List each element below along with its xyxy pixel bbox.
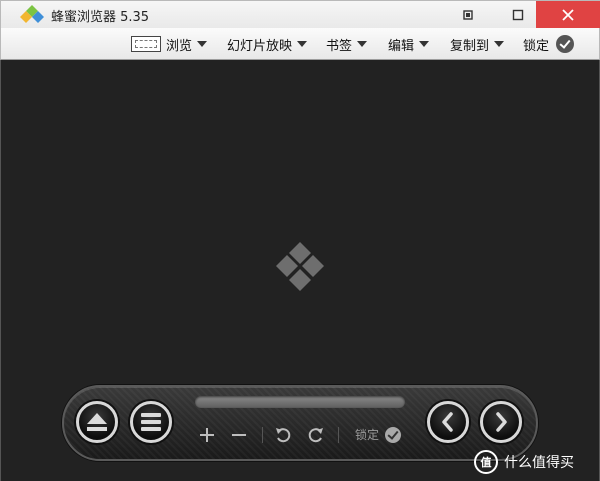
browse-frame-icon xyxy=(131,36,161,52)
chevron-left-icon xyxy=(442,412,453,432)
rotate-left-icon xyxy=(276,428,291,443)
menu-lock[interactable]: 锁定 xyxy=(523,28,575,60)
menu-edit[interactable]: 编辑 xyxy=(388,28,430,60)
maximize-icon xyxy=(512,9,524,20)
menu-lock-label: 锁定 xyxy=(523,38,550,54)
watermark: 值 什么值得买 xyxy=(474,450,574,474)
eject-icon xyxy=(87,413,107,431)
next-button[interactable] xyxy=(480,401,522,443)
app-logo-icon xyxy=(20,5,44,23)
menu-browse[interactable]: 浏览 xyxy=(131,28,208,60)
previous-button[interactable] xyxy=(427,401,469,443)
rotate-right-button[interactable] xyxy=(305,424,327,446)
maximize-button[interactable] xyxy=(503,1,533,28)
rotate-right-icon xyxy=(308,428,323,443)
check-circle-icon xyxy=(556,35,575,53)
restore-icon xyxy=(463,9,473,20)
zoom-in-button[interactable] xyxy=(196,424,218,446)
menu-edit-label: 编辑 xyxy=(388,38,415,54)
divider xyxy=(338,427,339,443)
menu-copy-to-label: 复制到 xyxy=(450,38,490,54)
menu-copy-to[interactable]: 复制到 xyxy=(450,28,505,60)
dropdown-arrow-icon xyxy=(494,41,505,47)
window-title: 蜂蜜浏览器 5.35 xyxy=(51,10,150,25)
dropdown-arrow-icon xyxy=(297,41,308,47)
chevron-right-icon xyxy=(496,412,507,432)
menu-slideshow[interactable]: 幻灯片放映 xyxy=(227,28,308,60)
rotate-left-button[interactable] xyxy=(272,424,294,446)
divider xyxy=(262,427,263,443)
minus-icon xyxy=(232,434,246,436)
close-button[interactable] xyxy=(536,1,600,28)
menu-bar: 浏览 幻灯片放映 书签 编辑 复制到 锁定 xyxy=(0,28,600,60)
check-circle-icon xyxy=(385,426,402,443)
dropdown-arrow-icon xyxy=(197,41,208,47)
zoom-out-button[interactable] xyxy=(228,424,250,446)
placeholder-logo-icon xyxy=(276,242,324,291)
close-icon xyxy=(562,8,574,21)
menu-bookmarks[interactable]: 书签 xyxy=(326,28,368,60)
menu-slideshow-label: 幻灯片放映 xyxy=(227,38,293,54)
progress-slider[interactable] xyxy=(195,396,405,408)
panel-lock-toggle[interactable]: 锁定 xyxy=(355,426,402,443)
menu-browse-label: 浏览 xyxy=(166,38,193,54)
list-icon xyxy=(141,413,161,431)
watermark-text: 什么值得买 xyxy=(504,455,574,471)
dropdown-arrow-icon xyxy=(419,41,430,47)
menu-bookmarks-label: 书签 xyxy=(326,38,353,54)
panel-lock-label: 锁定 xyxy=(355,428,380,442)
eject-button[interactable] xyxy=(76,401,118,443)
plus-icon xyxy=(200,428,214,442)
watermark-badge-icon: 值 xyxy=(474,450,498,474)
dropdown-arrow-icon xyxy=(357,41,368,47)
list-menu-button[interactable] xyxy=(130,401,172,443)
title-bar: 蜂蜜浏览器 5.35 xyxy=(0,0,600,28)
restore-button[interactable] xyxy=(453,1,483,28)
